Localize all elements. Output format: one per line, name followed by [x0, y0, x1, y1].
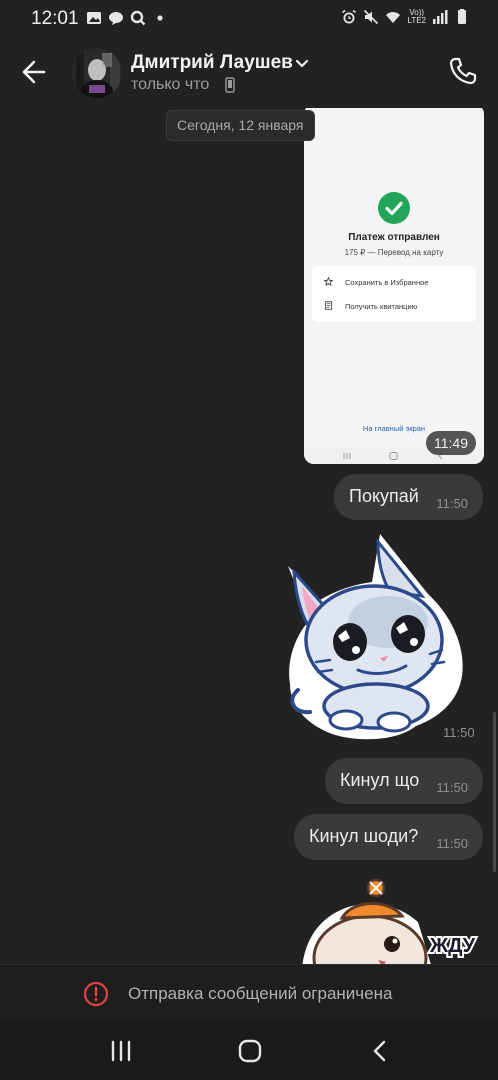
sticker-hamster[interactable]: ЖДУ [292, 878, 488, 964]
chat-icon [109, 12, 123, 25]
dot-icon [157, 15, 163, 21]
payment-subtitle: 175 ₽ — Перевод на карту [344, 248, 444, 257]
avatar-image [72, 48, 122, 98]
back-arrow-icon[interactable] [14, 54, 54, 90]
message-bubble[interactable]: Покупай 11:50 [334, 474, 483, 520]
save-favorite-label: Сохранить в Избранное [345, 278, 429, 287]
get-receipt-label: Получить квитанцию [345, 302, 418, 311]
image-message[interactable]: Платеж отправлен 175 ₽ — Перевод на карт… [304, 108, 484, 464]
contact-name[interactable]: Дмитрий Лаушев [131, 52, 293, 74]
payment-title: Платеж отправлен [348, 232, 440, 243]
network-label-bottom: LTE2 [407, 16, 426, 25]
messaging-restricted-banner: Отправка сообщений ограничена [0, 964, 498, 1022]
message-time: 11:49 [426, 431, 476, 455]
system-navigation-bar [0, 1022, 498, 1080]
chevron-down-icon[interactable] [294, 58, 310, 70]
message-time: 11:50 [436, 496, 468, 511]
status-time: 12:01 [31, 8, 79, 29]
payment-action-row: Сохранить в Избранное [312, 270, 476, 294]
message-time: 11:50 [436, 836, 468, 851]
message-time: 11:50 [443, 725, 475, 740]
message-list[interactable]: Платеж отправлен 175 ₽ — Перевод на карт… [0, 108, 498, 964]
payment-actions-card: Сохранить в Избранное Получить квитанцию [312, 266, 476, 322]
message-bubble[interactable]: Кинул шоди? 11:50 [294, 814, 483, 860]
payment-screenshot: Платеж отправлен 175 ₽ — Перевод на карт… [304, 108, 484, 464]
wifi-icon [386, 12, 401, 23]
svg-text:ЖДУ: ЖДУ [429, 935, 476, 957]
status-system-icons: Vo)) LTE2 [341, 9, 470, 25]
mobile-device-icon [225, 77, 235, 93]
signal-icon [433, 10, 448, 24]
image-icon [87, 12, 101, 24]
sticker-cat[interactable] [276, 530, 466, 742]
message-text: Кинул що [340, 770, 420, 790]
back-icon[interactable] [365, 1038, 395, 1064]
network-label: Vo)) LTE2 [407, 9, 426, 25]
receipt-icon [324, 301, 333, 310]
message-time: 11:50 [436, 780, 468, 795]
chat-header: Дмитрий Лаушев только что [0, 36, 498, 108]
avatar[interactable] [72, 48, 122, 98]
home-icon[interactable] [235, 1038, 265, 1064]
payment-action-row: Получить квитанцию [312, 294, 476, 318]
battery-icon [458, 9, 466, 24]
search-ring-icon [130, 10, 146, 26]
contact-status: только что [131, 76, 210, 93]
success-check-icon [378, 192, 410, 224]
status-bar: 12:01 Vo)) LTE2 [0, 0, 498, 36]
status-notification-icons [86, 10, 168, 26]
message-bubble[interactable]: Кинул що 11:50 [325, 758, 483, 804]
message-text: Покупай [349, 486, 419, 506]
scrollbar[interactable] [493, 712, 496, 872]
date-separator: Сегодня, 12 января [166, 110, 315, 141]
call-icon[interactable] [446, 54, 480, 88]
star-icon [324, 277, 333, 286]
mute-icon [364, 9, 379, 25]
message-text: Кинул шоди? [309, 826, 419, 846]
alarm-icon [342, 9, 357, 24]
restriction-text: Отправка сообщений ограничена [128, 984, 393, 1003]
warning-icon [83, 981, 109, 1007]
sticker-caption: ЖДУ [427, 933, 478, 959]
recents-icon[interactable] [106, 1038, 136, 1064]
